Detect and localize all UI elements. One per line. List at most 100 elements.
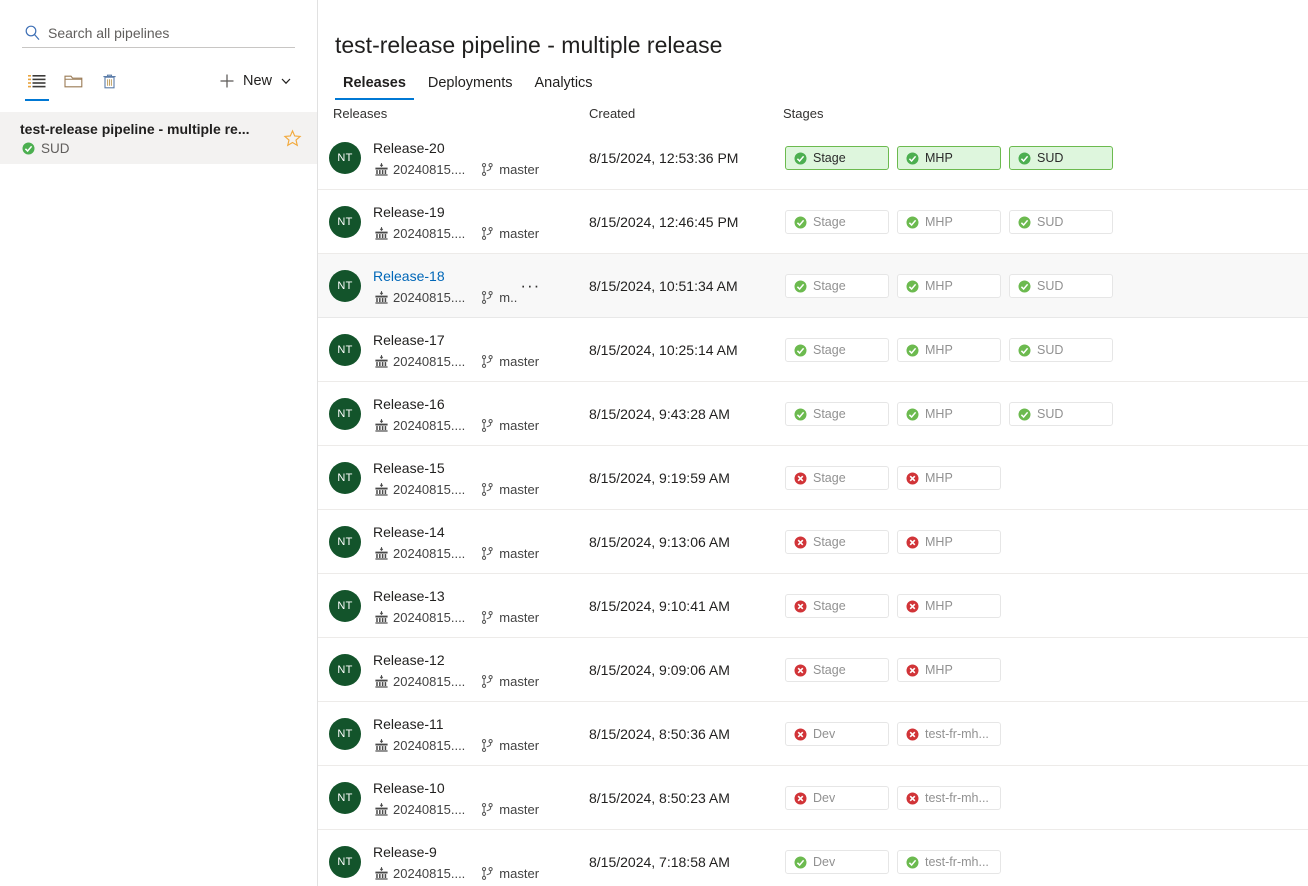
stage-chip[interactable]: Dev (785, 786, 889, 810)
branch-info[interactable]: master (479, 738, 539, 754)
artifact-info[interactable]: 20240815.... (373, 674, 465, 690)
branch-info[interactable]: m.. (479, 290, 517, 306)
table-row[interactable]: NT Release-13 20240815.... master 8/15/2024,… (318, 574, 1308, 638)
branch-info[interactable]: master (479, 674, 539, 690)
stage-chip[interactable]: MHP (897, 658, 1001, 682)
branch-info[interactable]: master (479, 610, 539, 626)
stage-chip[interactable]: MHP (897, 594, 1001, 618)
stage-chip[interactable]: MHP (897, 530, 1001, 554)
stage-chip[interactable]: test-fr-mh... (897, 786, 1001, 810)
artifact-info[interactable]: 20240815.... (373, 162, 465, 178)
artifact-label: 20240815.... (393, 866, 466, 881)
stage-chip[interactable]: SUD (1009, 338, 1113, 362)
release-name-link[interactable]: Release-20 (373, 139, 539, 158)
table-row[interactable]: NT Release-17 20240815.... master 8/15/2024,… (318, 318, 1308, 382)
artifact-label: 20240815.... (393, 738, 466, 753)
stage-chip[interactable]: MHP (897, 274, 1001, 298)
avatar: NT (329, 206, 361, 238)
stage-chip[interactable]: MHP (897, 402, 1001, 426)
stage-chip[interactable]: test-fr-mh... (897, 850, 1001, 874)
star-icon[interactable] (281, 127, 303, 149)
table-row[interactable]: NT Release-10 20240815.... master 8/15/2024,… (318, 766, 1308, 830)
release-name-link[interactable]: Release-12 (373, 651, 539, 670)
release-name-link[interactable]: Release-10 (373, 779, 539, 798)
stage-chip[interactable]: test-fr-mh... (897, 722, 1001, 746)
artifact-info[interactable]: 20240815.... (373, 418, 465, 434)
branch-info[interactable]: master (479, 546, 539, 562)
release-name-link[interactable]: Release-17 (373, 331, 539, 350)
branch-icon (479, 866, 495, 882)
artifact-info[interactable]: 20240815.... (373, 354, 465, 370)
search-box[interactable] (22, 18, 295, 48)
table-row[interactable]: NT Release-12 20240815.... master 8/15/2024,… (318, 638, 1308, 702)
row-overflow-menu-button[interactable]: ··· (517, 277, 543, 294)
release-name-link[interactable]: Release-18 (373, 267, 517, 286)
artifact-info[interactable]: 20240815.... (373, 482, 465, 498)
table-row[interactable]: NT Release-14 20240815.... master 8/15/2024,… (318, 510, 1308, 574)
sidebar-item-pipeline[interactable]: test-release pipeline - multiple re... S… (0, 112, 317, 164)
artifact-info[interactable]: 20240815.... (373, 738, 465, 754)
branch-info[interactable]: master (479, 354, 539, 370)
stage-chip[interactable]: MHP (897, 338, 1001, 362)
stage-chip[interactable]: Stage (785, 466, 889, 490)
table-row[interactable]: NT Release-20 20240815.... master 8/15/2024,… (318, 126, 1308, 190)
release-name-link[interactable]: Release-14 (373, 523, 539, 542)
stage-chip[interactable]: Stage (785, 402, 889, 426)
stage-chip[interactable]: Stage (785, 594, 889, 618)
tab-deployments[interactable]: Deployments (420, 71, 521, 100)
stage-chip[interactable]: Stage (785, 274, 889, 298)
search-icon (22, 23, 42, 43)
table-row[interactable]: NT Release-11 20240815.... master 8/15/2024,… (318, 702, 1308, 766)
branch-info[interactable]: master (479, 162, 539, 178)
table-row[interactable]: NT Release-15 20240815.... master 8/15/2024,… (318, 446, 1308, 510)
release-name-link[interactable]: Release-11 (373, 715, 539, 734)
branch-info[interactable]: master (479, 802, 539, 818)
stage-chip[interactable]: Stage (785, 146, 889, 170)
search-input[interactable] (48, 19, 295, 46)
stage-chip[interactable]: SUD (1009, 210, 1113, 234)
artifact-info[interactable]: 20240815.... (373, 290, 465, 306)
branch-info[interactable]: master (479, 418, 539, 434)
release-name-link[interactable]: Release-16 (373, 395, 539, 414)
trash-icon[interactable] (94, 66, 124, 96)
artifact-info[interactable]: 20240815.... (373, 802, 465, 818)
release-name-link[interactable]: Release-13 (373, 587, 539, 606)
branch-icon (479, 354, 495, 370)
branch-info[interactable]: master (479, 226, 539, 242)
release-subinfo: 20240815.... master (373, 226, 539, 242)
new-pipeline-label: New (242, 73, 272, 89)
folder-icon[interactable] (58, 66, 88, 96)
stage-chip[interactable]: Stage (785, 530, 889, 554)
release-name-link[interactable]: Release-15 (373, 459, 539, 478)
stage-chip[interactable]: Stage (785, 338, 889, 362)
table-row[interactable]: NT Release-9 20240815.... master 8/15/2024, … (318, 830, 1308, 886)
stage-chip[interactable]: SUD (1009, 402, 1113, 426)
table-row[interactable]: NT Release-19 20240815.... master 8/15/2024,… (318, 190, 1308, 254)
branch-info[interactable]: master (479, 866, 539, 882)
created-cell: 8/15/2024, 7:18:58 AM (589, 854, 730, 870)
stage-chip[interactable]: Dev (785, 850, 889, 874)
tab-analytics[interactable]: Analytics (527, 71, 601, 100)
release-name-link[interactable]: Release-9 (373, 843, 539, 862)
stage-chip[interactable]: MHP (897, 210, 1001, 234)
stage-chip[interactable]: Stage (785, 658, 889, 682)
stage-chip[interactable]: Stage (785, 210, 889, 234)
table-row[interactable]: NT Release-18 20240815.... m.. ··· 8/15/2024,… (318, 254, 1308, 318)
artifact-info[interactable]: 20240815.... (373, 866, 465, 882)
stage-status-icon (794, 856, 807, 869)
stage-chip[interactable]: MHP (897, 146, 1001, 170)
artifact-info[interactable]: 20240815.... (373, 546, 465, 562)
stage-chip[interactable]: MHP (897, 466, 1001, 490)
stage-chip[interactable]: SUD (1009, 274, 1113, 298)
stage-chip[interactable]: SUD (1009, 146, 1113, 170)
release-name-link[interactable]: Release-19 (373, 203, 539, 222)
new-pipeline-button[interactable]: New (216, 69, 295, 93)
main-content: test-release pipeline - multiple release… (318, 0, 1308, 886)
tab-releases[interactable]: Releases (335, 71, 414, 100)
table-row[interactable]: NT Release-16 20240815.... master 8/15/2024,… (318, 382, 1308, 446)
branch-info[interactable]: master (479, 482, 539, 498)
artifact-info[interactable]: 20240815.... (373, 610, 465, 626)
artifact-info[interactable]: 20240815.... (373, 226, 465, 242)
stage-chip[interactable]: Dev (785, 722, 889, 746)
list-view-icon[interactable] (22, 66, 52, 101)
